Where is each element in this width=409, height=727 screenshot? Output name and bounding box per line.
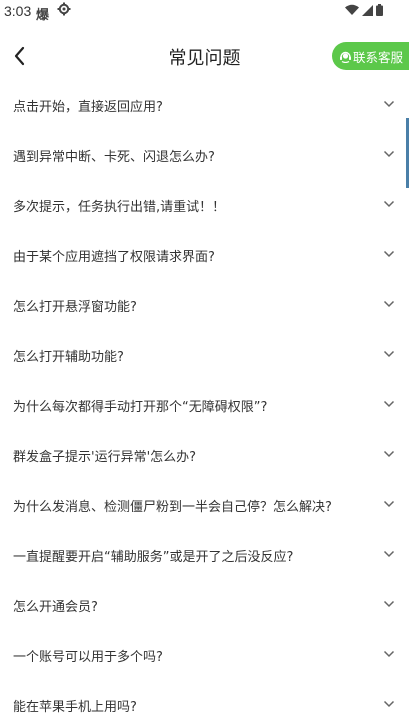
- faq-question: 怎么开通会员?: [13, 600, 98, 615]
- settings-gear-icon: [57, 2, 71, 16]
- faq-item[interactable]: 遇到异常中断、卡死、闪退怎么办?: [0, 130, 409, 180]
- faq-question: 群发盒子提示'运行异常'怎么办?: [13, 450, 197, 465]
- chevron-down-icon: [383, 600, 395, 608]
- chevron-down-icon: [383, 150, 395, 158]
- faq-question: 一直提醒要开启“辅助服务”或是开了之后没反应?: [13, 550, 294, 565]
- faq-item[interactable]: 怎么开通会员?: [0, 580, 409, 630]
- faq-item[interactable]: 一直提醒要开启“辅助服务”或是开了之后没反应?: [0, 530, 409, 580]
- chevron-down-icon: [383, 550, 395, 558]
- faq-question: 点击开始，直接返回应用?: [13, 100, 163, 115]
- faq-item[interactable]: 多次提示，任务执行出错,请重试！！: [0, 180, 409, 230]
- chevron-down-icon: [383, 650, 395, 658]
- chevron-down-icon: [383, 300, 395, 308]
- faq-question: 为什么发消息、检测僵尸粉到一半会自己停？怎么解决?: [13, 500, 332, 515]
- faq-item[interactable]: 为什么每次都得手动打开那个“无障碍权限”?: [0, 380, 409, 430]
- chevron-down-icon: [383, 200, 395, 208]
- faq-question: 怎么打开悬浮窗功能?: [13, 300, 137, 315]
- faq-question: 多次提示，任务执行出错,请重试！！: [13, 200, 226, 215]
- status-time: 3:03: [4, 3, 32, 19]
- faq-question: 一个账号可以用于多个吗?: [13, 650, 163, 665]
- headset-icon: [340, 51, 351, 63]
- wifi-icon: [345, 4, 359, 15]
- header: 常见问题 联系客服: [0, 34, 409, 80]
- faq-item[interactable]: 怎么打开悬浮窗功能?: [0, 280, 409, 330]
- faq-question: 遇到异常中断、卡死、闪退怎么办?: [13, 150, 215, 165]
- chevron-down-icon: [383, 400, 395, 408]
- faq-list: 点击开始，直接返回应用? 遇到异常中断、卡死、闪退怎么办? 多次提示，任务执行出…: [0, 80, 409, 727]
- faq-question: 能在苹果手机上用吗?: [13, 700, 137, 715]
- signal-icon: [362, 5, 373, 16]
- chevron-down-icon: [383, 700, 395, 708]
- faq-question: 由于某个应用遮挡了权限请求界面?: [13, 250, 215, 265]
- chevron-down-icon: [383, 500, 395, 508]
- faq-question: 怎么打开辅助功能?: [13, 350, 124, 365]
- faq-item[interactable]: 怎么打开辅助功能?: [0, 330, 409, 380]
- app-notification-icon: 爆: [36, 8, 50, 23]
- chevron-down-icon: [383, 250, 395, 258]
- faq-item[interactable]: 为什么发消息、检测僵尸粉到一半会自己停？怎么解决?: [0, 480, 409, 530]
- contact-support-button[interactable]: 联系客服: [332, 42, 409, 70]
- faq-item[interactable]: 群发盒子提示'运行异常'怎么办?: [0, 430, 409, 480]
- faq-question: 为什么每次都得手动打开那个“无障碍权限”?: [13, 400, 268, 415]
- faq-item[interactable]: 能在苹果手机上用吗?: [0, 680, 409, 727]
- faq-item[interactable]: 由于某个应用遮挡了权限请求界面?: [0, 230, 409, 280]
- faq-item[interactable]: 一个账号可以用于多个吗?: [0, 630, 409, 680]
- battery-icon: [376, 4, 383, 16]
- chevron-down-icon: [383, 100, 395, 108]
- status-bar: 3:03 爆: [0, 0, 409, 24]
- contact-support-label: 联系客服: [353, 49, 404, 65]
- faq-item[interactable]: 点击开始，直接返回应用?: [0, 80, 409, 130]
- chevron-down-icon: [383, 450, 395, 458]
- chevron-down-icon: [383, 350, 395, 358]
